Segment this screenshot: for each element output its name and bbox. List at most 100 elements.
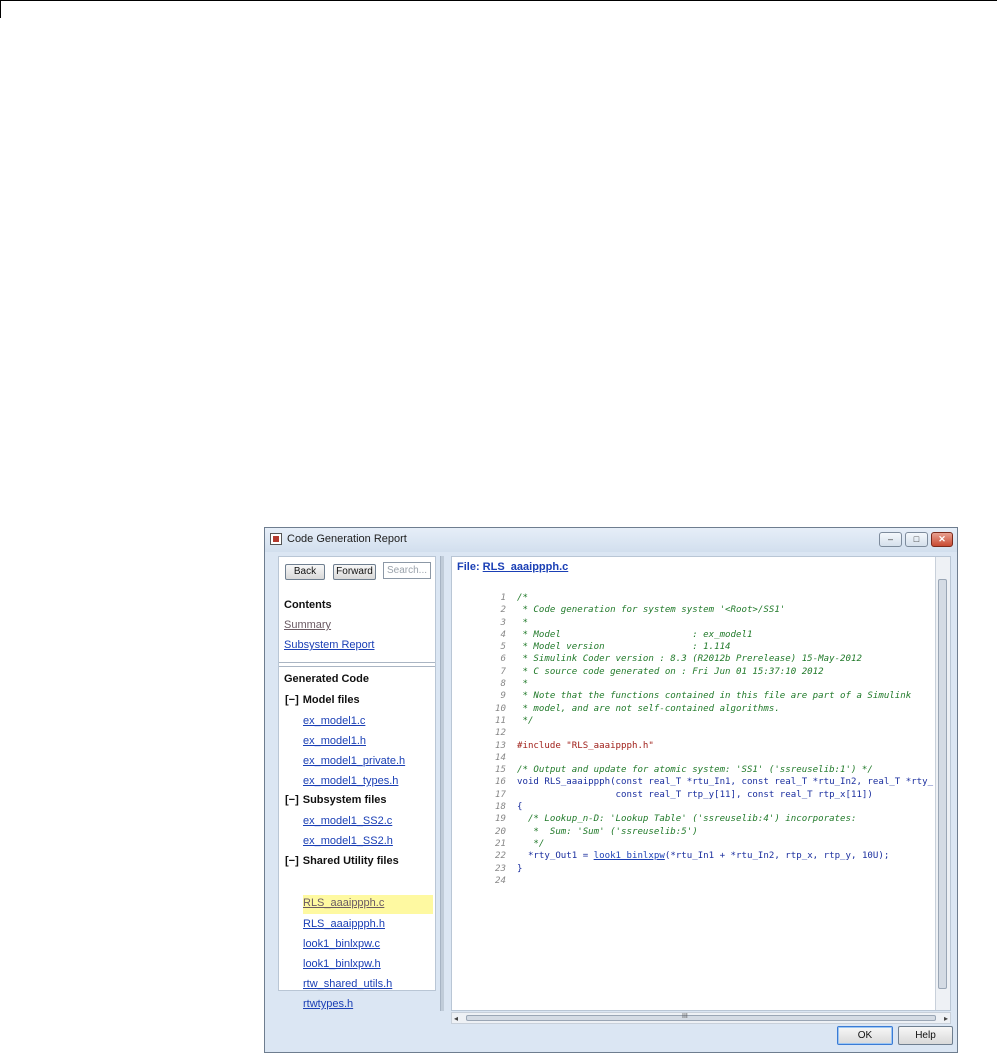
- code-line: 10 * model, and are not self-contained a…: [466, 703, 933, 715]
- code-line: 4 * Model : ex_model1: [466, 629, 933, 641]
- minimize-button[interactable]: –: [879, 532, 902, 547]
- summary-link[interactable]: Summary: [284, 619, 331, 631]
- file-link[interactable]: ex_model1_private.h: [303, 755, 405, 767]
- line-number: 7: [500, 666, 506, 677]
- close-button[interactable]: ✕: [931, 532, 953, 547]
- code-line: 21 */: [466, 838, 933, 850]
- code-text: * model, and are not self-contained algo…: [517, 703, 780, 714]
- code-text: void RLS_aaaippph(const real_T *rtu_In1,…: [517, 777, 934, 788]
- vertical-scroll-thumb[interactable]: [938, 579, 947, 989]
- code-text: * Sum: 'Sum' ('ssreuselib:5'): [517, 826, 698, 837]
- code-line: 9 * Note that the functions contained in…: [466, 690, 933, 702]
- file-link[interactable]: rtw_shared_utils.h: [303, 978, 392, 990]
- file-link[interactable]: look1_binlxpw.c: [303, 938, 380, 950]
- code-text: * Note that the functions contained in t…: [517, 691, 912, 702]
- forward-button[interactable]: Forward: [333, 564, 376, 580]
- code-line: 2 * Code generation for system system '<…: [466, 604, 933, 616]
- file-link-selected[interactable]: RLS_aaaippph.c: [303, 897, 384, 909]
- page-top-rule: [0, 0, 997, 1]
- code-line: 14: [466, 752, 933, 764]
- function-link[interactable]: look1_binlxpw: [594, 851, 665, 861]
- code-text: * C source code generated on : Fri Jun 0…: [517, 666, 824, 677]
- line-number: 4: [500, 629, 506, 640]
- group-label: Subsystem files: [302, 794, 387, 806]
- line-number: 22: [495, 851, 506, 862]
- collapse-toggle-icon[interactable]: [−]: [285, 855, 299, 867]
- code-text: *: [517, 679, 528, 690]
- code-line: 19 /* Lookup_n-D: 'Lookup Table' ('ssreu…: [466, 813, 933, 825]
- code-text: */: [517, 838, 545, 849]
- source-code: 1/* 2 * Code generation for system system…: [466, 592, 933, 887]
- group-model-files[interactable]: [−] Model files: [285, 694, 360, 706]
- window-title: Code Generation Report: [287, 533, 407, 545]
- nav-divider: [279, 662, 435, 663]
- generated-code-heading: Generated Code: [284, 673, 369, 685]
- code-text: */: [517, 715, 534, 726]
- maximize-button[interactable]: □: [905, 532, 928, 547]
- code-text: (*rtu_In1 + *rtu_In2, rtp_x, rtp_y, 10U)…: [664, 851, 890, 862]
- search-input[interactable]: Search...: [383, 562, 431, 579]
- subsystem-report-link[interactable]: Subsystem Report: [284, 639, 374, 651]
- scroll-left-arrow-icon[interactable]: ◂: [454, 1014, 458, 1023]
- scroll-right-arrow-icon[interactable]: ▸: [944, 1014, 948, 1023]
- file-link[interactable]: RLS_aaaippph.h: [303, 918, 385, 930]
- vertical-scrollbar[interactable]: [935, 557, 950, 1010]
- line-number: 11: [495, 715, 506, 726]
- pane-splitter[interactable]: [440, 556, 444, 1011]
- file-link[interactable]: ex_model1_SS2.h: [303, 835, 393, 847]
- collapse-toggle-icon[interactable]: [−]: [285, 794, 299, 806]
- line-number: 15: [495, 765, 506, 776]
- horizontal-scroll-thumb[interactable]: III: [466, 1013, 936, 1021]
- file-link[interactable]: ex_model1.h: [303, 735, 366, 747]
- group-subsystem-files[interactable]: [−] Subsystem files: [285, 794, 387, 806]
- file-name-link[interactable]: RLS_aaaippph.c: [483, 561, 569, 573]
- code-view: File: RLS_aaaippph.c 1/* 2 * Code generat…: [451, 556, 951, 1011]
- code-generation-report-window: Code Generation Report – □ ✕ Back Forwar…: [264, 527, 958, 1053]
- code-text: * Simulink Coder version : 8.3 (R2012b P…: [517, 654, 862, 665]
- grip-icon: III: [682, 1013, 688, 1020]
- code-text: * Code generation for system system '<Ro…: [517, 605, 786, 616]
- title-bar[interactable]: Code Generation Report – □ ✕: [265, 528, 957, 552]
- file-link[interactable]: rtwtypes.h: [303, 998, 353, 1010]
- nav-divider: [279, 666, 435, 667]
- code-text: /* Output and update for atomic system: …: [517, 765, 873, 776]
- back-button[interactable]: Back: [285, 564, 325, 580]
- line-number: 5: [500, 642, 506, 653]
- group-label: Model files: [302, 694, 360, 706]
- code-line: 18 {: [466, 801, 933, 813]
- horizontal-scrollbar[interactable]: ◂ III ▸: [451, 1012, 951, 1024]
- code-line: 13 #include "RLS_aaaippph.h": [466, 740, 933, 752]
- file-link[interactable]: look1_binlxpw.h: [303, 958, 381, 970]
- file-link[interactable]: ex_model1_SS2.c: [303, 815, 392, 827]
- line-number: 20: [495, 826, 506, 837]
- file-link[interactable]: ex_model1_types.h: [303, 775, 398, 787]
- line-number: 21: [495, 838, 506, 849]
- code-line: 12: [466, 727, 933, 739]
- line-number: 3: [500, 617, 506, 628]
- file-label: File:: [457, 561, 483, 573]
- contents-heading: Contents: [284, 599, 332, 611]
- code-text: }: [517, 863, 523, 874]
- code-line: 17 const real_T rtp_y[11], const real_T …: [466, 789, 933, 801]
- collapse-toggle-icon[interactable]: [−]: [285, 694, 299, 706]
- line-number: 10: [495, 703, 506, 714]
- code-text: {: [517, 802, 523, 813]
- help-button[interactable]: Help: [898, 1026, 953, 1045]
- line-number: 24: [495, 875, 506, 886]
- code-text: #include "RLS_aaaippph.h": [517, 740, 654, 751]
- line-number: 1: [500, 593, 506, 603]
- group-label: Shared Utility files: [302, 855, 399, 867]
- code-line: 7 * C source code generated on : Fri Jun…: [466, 666, 933, 678]
- line-number: 2: [500, 605, 506, 616]
- code-line: 3 *: [466, 617, 933, 629]
- file-link[interactable]: ex_model1.c: [303, 715, 365, 727]
- code-text: const real_T rtp_y[11], const real_T rtp…: [517, 789, 873, 800]
- app-icon: [270, 533, 282, 545]
- code-text: * Model : ex_model1: [517, 629, 753, 640]
- ok-button[interactable]: OK: [837, 1026, 893, 1045]
- line-number: 19: [495, 814, 506, 825]
- navigation-panel: Back Forward Search... Contents Summary …: [278, 556, 436, 1010]
- code-line: 15 /* Output and update for atomic system…: [466, 764, 933, 776]
- group-shared-utility-files[interactable]: [−] Shared Utility files: [285, 855, 399, 867]
- code-line: 8 *: [466, 678, 933, 690]
